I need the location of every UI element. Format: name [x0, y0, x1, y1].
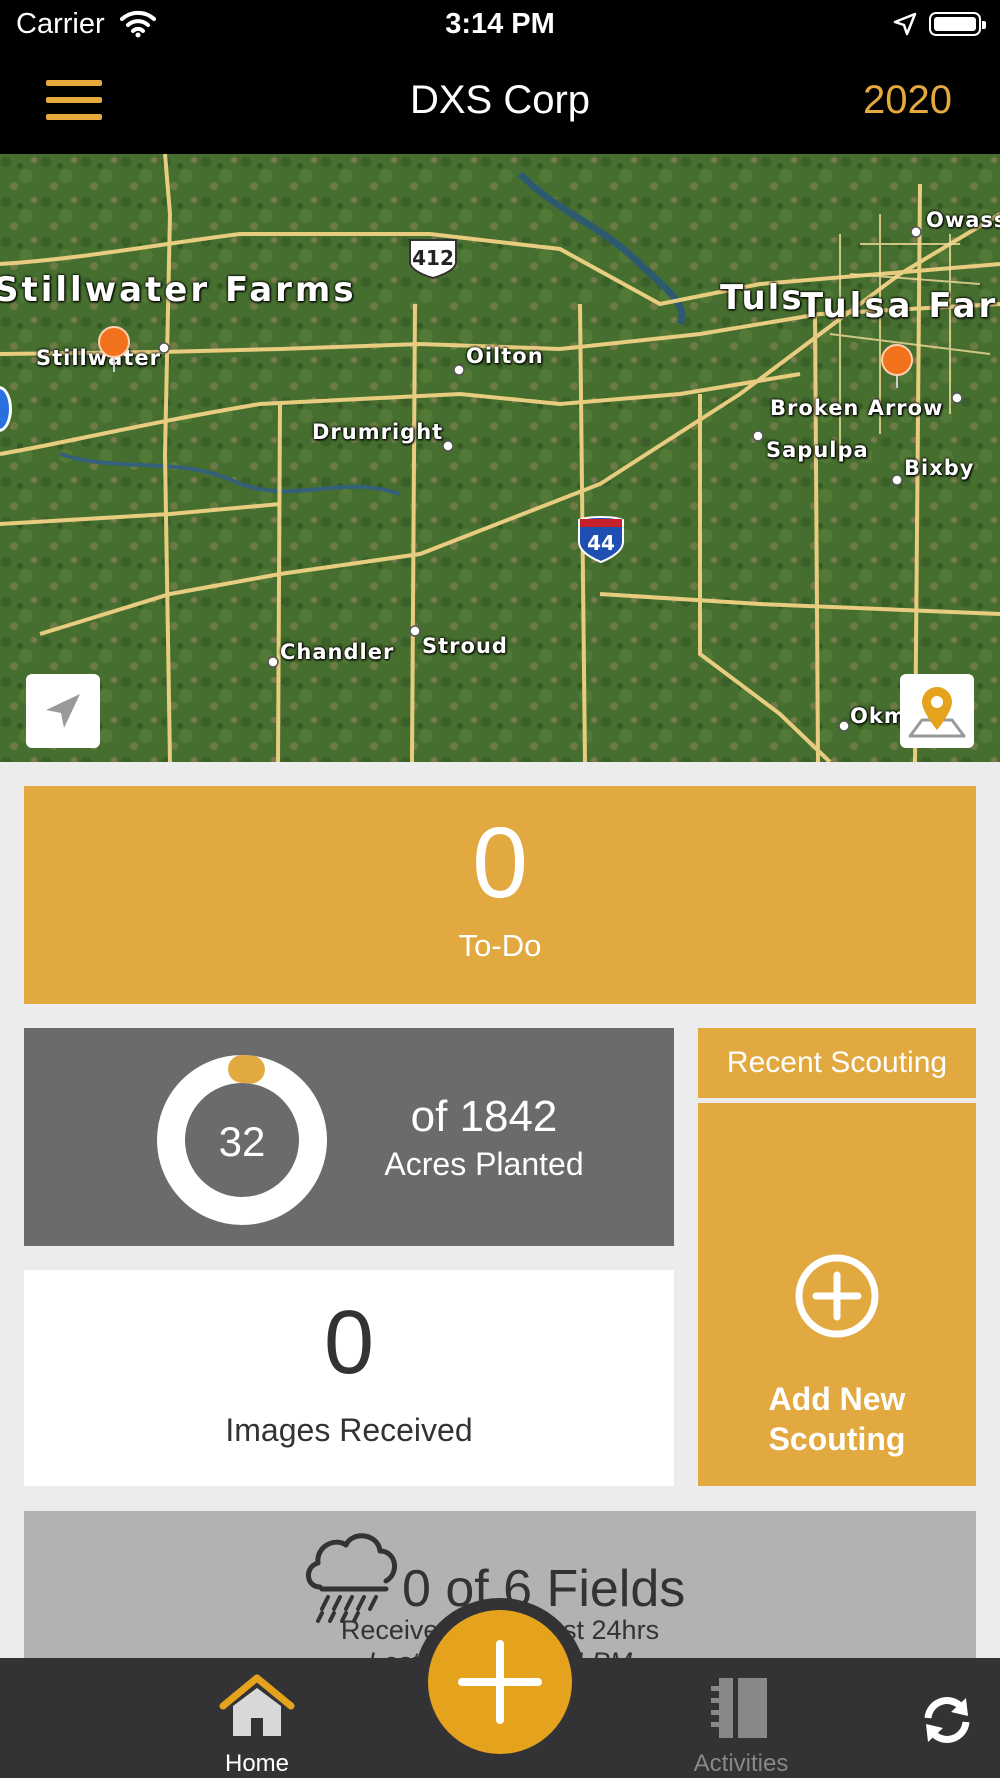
rain-cloud-icon	[306, 1533, 397, 1623]
city-label: Owass	[926, 208, 1000, 232]
recent-scouting-header[interactable]: Recent Scouting	[698, 1028, 976, 1098]
city-label: Okm	[850, 704, 907, 728]
todo-count: 0	[472, 807, 528, 919]
plus-icon	[458, 1640, 542, 1724]
refresh-icon[interactable]	[918, 1692, 976, 1748]
tab-home[interactable]: Home	[157, 1670, 357, 1777]
navigation-arrow-icon	[46, 694, 80, 728]
year-selector[interactable]: 2020	[863, 78, 952, 123]
farm-label[interactable]: Tulsa Far	[800, 286, 998, 326]
acres-unit-label: Acres Planted	[384, 1146, 584, 1182]
battery-icon	[929, 12, 986, 36]
add-scouting-button[interactable]: Add New Scouting	[698, 1103, 976, 1486]
todo-label: To-Do	[458, 928, 542, 963]
city-label: Bixby	[904, 456, 975, 480]
tab-activities[interactable]: Activities	[641, 1670, 841, 1777]
status-bar: Carrier 3:14 PM	[0, 0, 1000, 52]
images-received-card[interactable]: 0 Images Received	[24, 1270, 674, 1486]
add-scouting-label: Add New Scouting	[698, 1379, 976, 1459]
city-label: Drumright	[312, 420, 444, 444]
add-fab-button[interactable]	[428, 1610, 572, 1754]
map-pin-icon	[908, 687, 966, 738]
clock: 3:14 PM	[445, 8, 555, 40]
images-label: Images Received	[225, 1412, 473, 1448]
images-count: 0	[323, 1293, 375, 1393]
city-label: Stillwater	[36, 346, 161, 370]
acres-total: of 1842	[410, 1092, 558, 1141]
farm-pin-icon[interactable]	[98, 326, 130, 358]
farm-label[interactable]: Stillwater Farms	[0, 270, 357, 310]
page-title: DXS Corp	[409, 78, 591, 122]
us-highway-shield-icon: 412	[409, 239, 457, 280]
acres-planted-value: 32	[218, 1118, 266, 1165]
city-label: Oilton	[466, 344, 544, 368]
interstate-number: 44	[587, 531, 615, 555]
farm-map[interactable]: 412 44 Stillwater Farms Tulsa Far Tuls S…	[0, 154, 1000, 762]
interstate-shield-icon: 44	[578, 516, 624, 564]
farm-pin-icon[interactable]	[881, 344, 913, 376]
city-label: Broken Arrow	[770, 396, 944, 420]
add-scouting-label-line2: Scouting	[768, 1421, 906, 1457]
city-label: Sapulpa	[766, 438, 869, 462]
city-label: Stroud	[422, 634, 508, 658]
us-highway-number: 412	[412, 246, 454, 270]
add-scouting-label-line1: Add New	[768, 1381, 906, 1417]
add-circle-icon	[795, 1254, 879, 1338]
tab-home-label: Home	[224, 1750, 290, 1777]
location-arrow-icon	[893, 12, 917, 36]
acres-progress-arc	[228, 1055, 265, 1084]
acres-planted-card[interactable]: 32 of 1842 Acres Planted	[24, 1028, 674, 1246]
nav-bar: DXS Corp 2020	[0, 52, 1000, 154]
notebook-icon	[711, 1678, 767, 1738]
locate-me-button[interactable]	[26, 674, 100, 748]
home-icon	[219, 1674, 295, 1736]
map-pins-button[interactable]	[900, 674, 974, 748]
tab-activities-label: Activities	[693, 1750, 789, 1777]
city-label: Chandler	[280, 640, 395, 664]
todo-card[interactable]: 0 To-Do	[24, 786, 976, 1004]
city-label: Tuls	[720, 278, 804, 318]
